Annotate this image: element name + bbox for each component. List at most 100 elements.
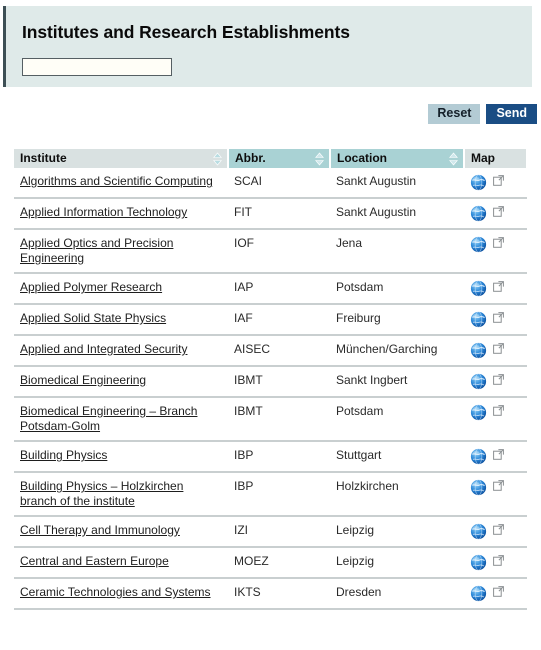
globe-icon[interactable] [470,174,487,191]
institute-link[interactable]: Building Physics [20,448,107,462]
globe-icon[interactable] [470,448,487,465]
cell-location: Stuttgart [330,441,464,473]
cell-abbr: IOF [228,229,330,274]
table-row: Building Physics IBP Stuttgart [14,441,527,473]
institute-link[interactable]: Applied Information Technology [20,205,187,219]
cell-abbr: IBP [228,441,330,473]
cell-location: Leipzig [330,516,464,548]
cell-abbr: MOEZ [228,547,330,579]
globe-icon[interactable] [470,311,487,328]
cell-map [464,229,527,274]
institute-link[interactable]: Biomedical Engineering [20,373,146,387]
institutes-table: Institute Abbr. Location Map Algorithms … [14,149,528,610]
cell-institute: Applied Solid State Physics [14,304,228,336]
institute-link[interactable]: Applied Polymer Research [20,280,162,294]
globe-icon[interactable] [470,479,487,496]
cell-abbr: SCAI [228,168,330,199]
cell-abbr: IKTS [228,578,330,610]
cell-institute: Biomedical Engineering – Branch Potsdam-… [14,397,228,442]
institute-link[interactable]: Central and Eastern Europe [20,554,169,568]
cell-abbr: AISEC [228,335,330,367]
cell-map [464,547,527,579]
globe-icon[interactable] [470,523,487,540]
institute-link[interactable]: Biomedical Engineering – Branch Potsdam-… [20,404,197,433]
map-links [470,448,521,465]
sort-arrows-icon[interactable] [213,152,222,165]
table-row: Ceramic Technologies and Systems IKTS Dres… [14,578,527,610]
map-links [470,280,521,297]
map-links [470,479,521,496]
table-row: Applied and Integrated Security AISEC Münc… [14,335,527,367]
map-links [470,311,521,328]
external-link-icon[interactable] [493,343,504,354]
external-link-icon[interactable] [493,312,504,323]
institute-link[interactable]: Cell Therapy and Immunology [20,523,180,537]
cell-location: München/Garching [330,335,464,367]
globe-icon[interactable] [470,554,487,571]
page-title: Institutes and Research Establishments [22,22,350,42]
globe-icon[interactable] [470,280,487,297]
column-header-location-label: Location [337,151,387,165]
map-links [470,523,521,540]
globe-icon[interactable] [470,373,487,390]
cell-institute: Biomedical Engineering [14,366,228,398]
column-header-institute[interactable]: Institute [14,149,229,168]
institutes-table-container: Institute Abbr. Location Map Algorithms … [14,149,528,610]
column-header-location[interactable]: Location [330,149,465,168]
external-link-icon[interactable] [493,449,504,460]
cell-institute: Ceramic Technologies and Systems [14,578,228,610]
institute-link[interactable]: Ceramic Technologies and Systems [20,585,211,599]
external-link-icon[interactable] [493,555,504,566]
table-row: Biomedical Engineering IBMT Sankt Ingbert [14,366,527,398]
cell-institute: Applied Optics and Precision Engineering [14,229,228,274]
institute-link[interactable]: Algorithms and Scientific Computing [20,174,213,188]
table-body: Algorithms and Scientific Computing SCAI S… [14,168,527,610]
sort-arrows-icon[interactable] [449,152,458,165]
map-links [470,404,521,421]
sort-arrows-icon[interactable] [315,152,324,165]
institute-link[interactable]: Applied Optics and Precision Engineering [20,236,173,265]
globe-icon[interactable] [470,585,487,602]
external-link-icon[interactable] [493,586,504,597]
cell-location: Sankt Augustin [330,198,464,230]
external-link-icon[interactable] [493,206,504,217]
cell-map [464,397,527,442]
cell-abbr: IBMT [228,366,330,398]
institute-link[interactable]: Building Physics – Holzkirchen branch of… [20,479,183,508]
external-link-icon[interactable] [493,175,504,186]
institute-link[interactable]: Applied and Integrated Security [20,342,187,356]
external-link-icon[interactable] [493,237,504,248]
cell-institute: Applied and Integrated Security [14,335,228,367]
globe-icon[interactable] [470,342,487,359]
search-input[interactable] [22,58,172,76]
cell-institute: Central and Eastern Europe [14,547,228,579]
globe-icon[interactable] [470,236,487,253]
table-row: Algorithms and Scientific Computing SCAI S… [14,168,527,199]
cell-map [464,366,527,398]
external-link-icon[interactable] [493,405,504,416]
globe-icon[interactable] [470,404,487,421]
cell-location: Sankt Ingbert [330,366,464,398]
reset-button[interactable]: Reset [428,104,481,124]
table-row: Central and Eastern Europe MOEZ Leipzig [14,547,527,579]
cell-map [464,304,527,336]
external-link-icon[interactable] [493,480,504,491]
cell-abbr: IBP [228,472,330,517]
map-links [470,205,521,222]
column-header-map-label: Map [471,151,495,165]
external-link-icon[interactable] [493,374,504,385]
cell-map [464,441,527,473]
table-row: Applied Solid State Physics IAF Freiburg [14,304,527,336]
cell-location: Holzkirchen [330,472,464,517]
table-row: Cell Therapy and Immunology IZI Leipzig [14,516,527,548]
column-header-abbr[interactable]: Abbr. [228,149,331,168]
external-link-icon[interactable] [493,524,504,535]
cell-institute: Building Physics – Holzkirchen branch of… [14,472,228,517]
map-links [470,585,521,602]
institute-link[interactable]: Applied Solid State Physics [20,311,166,325]
globe-icon[interactable] [470,205,487,222]
map-links [470,174,521,191]
cell-abbr: IBMT [228,397,330,442]
send-button[interactable]: Send [486,104,537,124]
external-link-icon[interactable] [493,281,504,292]
